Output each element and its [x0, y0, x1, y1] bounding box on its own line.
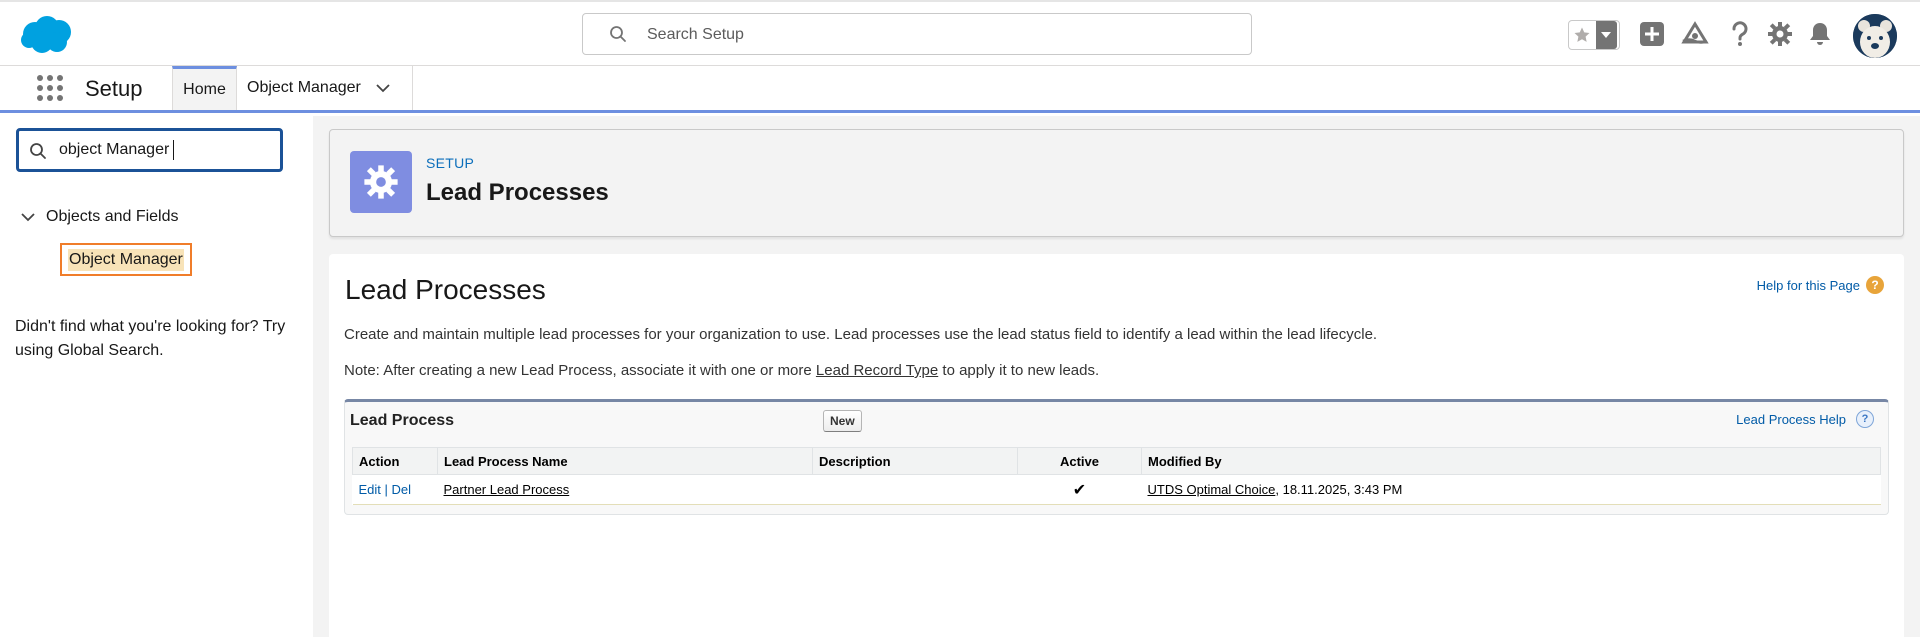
app-launcher-icon[interactable] [36, 74, 64, 102]
description-cell [812, 474, 1018, 505]
global-actions-plus-icon[interactable] [1637, 19, 1667, 49]
salesforce-cloud-logo[interactable] [19, 15, 75, 55]
help-question-icon: ? [1856, 410, 1874, 428]
global-header: Search Setup [0, 0, 1920, 66]
favorite-star-icon[interactable] [1569, 21, 1596, 49]
tree-group-objects-and-fields[interactable]: Objects and Fields [20, 208, 179, 226]
notifications-bell-icon[interactable] [1805, 19, 1835, 49]
edit-link[interactable]: Edit [359, 482, 381, 497]
app-name: Setup [85, 76, 143, 101]
content-panel: Lead Processes Help for this Page ? Crea… [329, 254, 1904, 637]
column-header-active: Active [1017, 447, 1142, 475]
modified-by-date: , 18.11.2025, 3:43 PM [1275, 482, 1403, 497]
help-for-page-link[interactable]: Help for this Page ? [1757, 276, 1884, 294]
active-checkmark-icon: ✔ [1017, 474, 1142, 505]
table-row: Edit | Del Partner Lead Process ✔ UTDS O… [352, 474, 1881, 505]
modified-by-user-link[interactable]: UTDS Optimal Choice [1148, 482, 1276, 497]
name-cell: Partner Lead Process [437, 474, 813, 505]
lead-process-list: Lead Process New Lead Process Help ? Act… [344, 399, 1889, 515]
search-icon [30, 143, 46, 159]
setup-sidebar: object Manager Objects and Fields Object… [0, 116, 313, 637]
content-heading: Lead Processes [345, 274, 546, 305]
column-header-modified-by: Modified By [1141, 447, 1881, 475]
action-separator: | [384, 482, 388, 497]
setup-search-input[interactable]: Search Setup [582, 13, 1252, 55]
user-avatar[interactable] [1853, 14, 1897, 58]
tree-group-label: Objects and Fields [46, 208, 179, 225]
delete-link[interactable]: Del [392, 482, 412, 497]
quick-find-value: object Manager [59, 141, 170, 158]
help-for-page-label: Help for this Page [1756, 277, 1860, 293]
not-found-help-text: Didn't find what you're looking for? Try… [15, 318, 286, 359]
tree-item-object-manager[interactable]: Object Manager [60, 243, 192, 276]
action-cell: Edit | Del [352, 474, 438, 505]
tab-home[interactable]: Home [172, 66, 237, 110]
setup-gear-icon[interactable] [1765, 19, 1795, 49]
note-suffix: to apply it to new leads. [938, 362, 1100, 379]
text-cursor [173, 140, 174, 160]
main-area: SETUP Lead Processes Lead Processes Help… [313, 116, 1920, 637]
page-note: Note: After creating a new Lead Process,… [344, 362, 1099, 379]
tab-home-label: Home [183, 80, 226, 98]
chevron-down-icon [21, 213, 35, 222]
quick-find-input[interactable]: object Manager [16, 128, 283, 172]
new-button[interactable]: New [823, 410, 862, 432]
tab-object-manager[interactable]: Object Manager [237, 66, 413, 110]
page-description: Create and maintain multiple lead proces… [344, 326, 1378, 343]
search-placeholder: Search Setup [647, 26, 744, 43]
tab-object-manager-label: Object Manager [247, 79, 361, 96]
trailhead-icon[interactable] [1680, 19, 1710, 49]
setup-gear-icon [350, 151, 412, 213]
search-icon [610, 26, 626, 42]
page-title: Lead Processes [426, 179, 609, 206]
list-title: Lead Process [350, 412, 455, 429]
page-eyebrow: SETUP [426, 155, 475, 171]
table-header-row: Action Lead Process Name Description Act… [352, 447, 1881, 475]
lead-process-help-link[interactable]: Lead Process Help ? [1736, 410, 1874, 428]
page-header: SETUP Lead Processes [329, 129, 1904, 237]
context-bar: Setup Home Object Manager [0, 66, 1920, 113]
chevron-down-icon[interactable] [375, 80, 391, 96]
help-icon[interactable] [1725, 19, 1755, 49]
help-question-icon: ? [1866, 276, 1884, 294]
lead-process-table: Action Lead Process Name Description Act… [352, 447, 1881, 505]
note-prefix: Note: After creating a new Lead Process,… [344, 362, 816, 379]
favorites-dropdown-icon[interactable] [1595, 21, 1617, 49]
lead-process-help-label: Lead Process Help [1736, 411, 1846, 427]
column-header-name: Lead Process Name [437, 447, 813, 475]
column-header-description: Description [812, 447, 1018, 475]
column-header-action: Action [352, 447, 438, 475]
modified-by-cell: UTDS Optimal Choice, 18.11.2025, 3:43 PM [1141, 474, 1881, 505]
tree-item-label: Object Manager [68, 248, 184, 271]
lead-process-name-link[interactable]: Partner Lead Process [444, 482, 570, 497]
favorites-control[interactable] [1568, 20, 1620, 50]
lead-record-type-link[interactable]: Lead Record Type [816, 362, 938, 379]
